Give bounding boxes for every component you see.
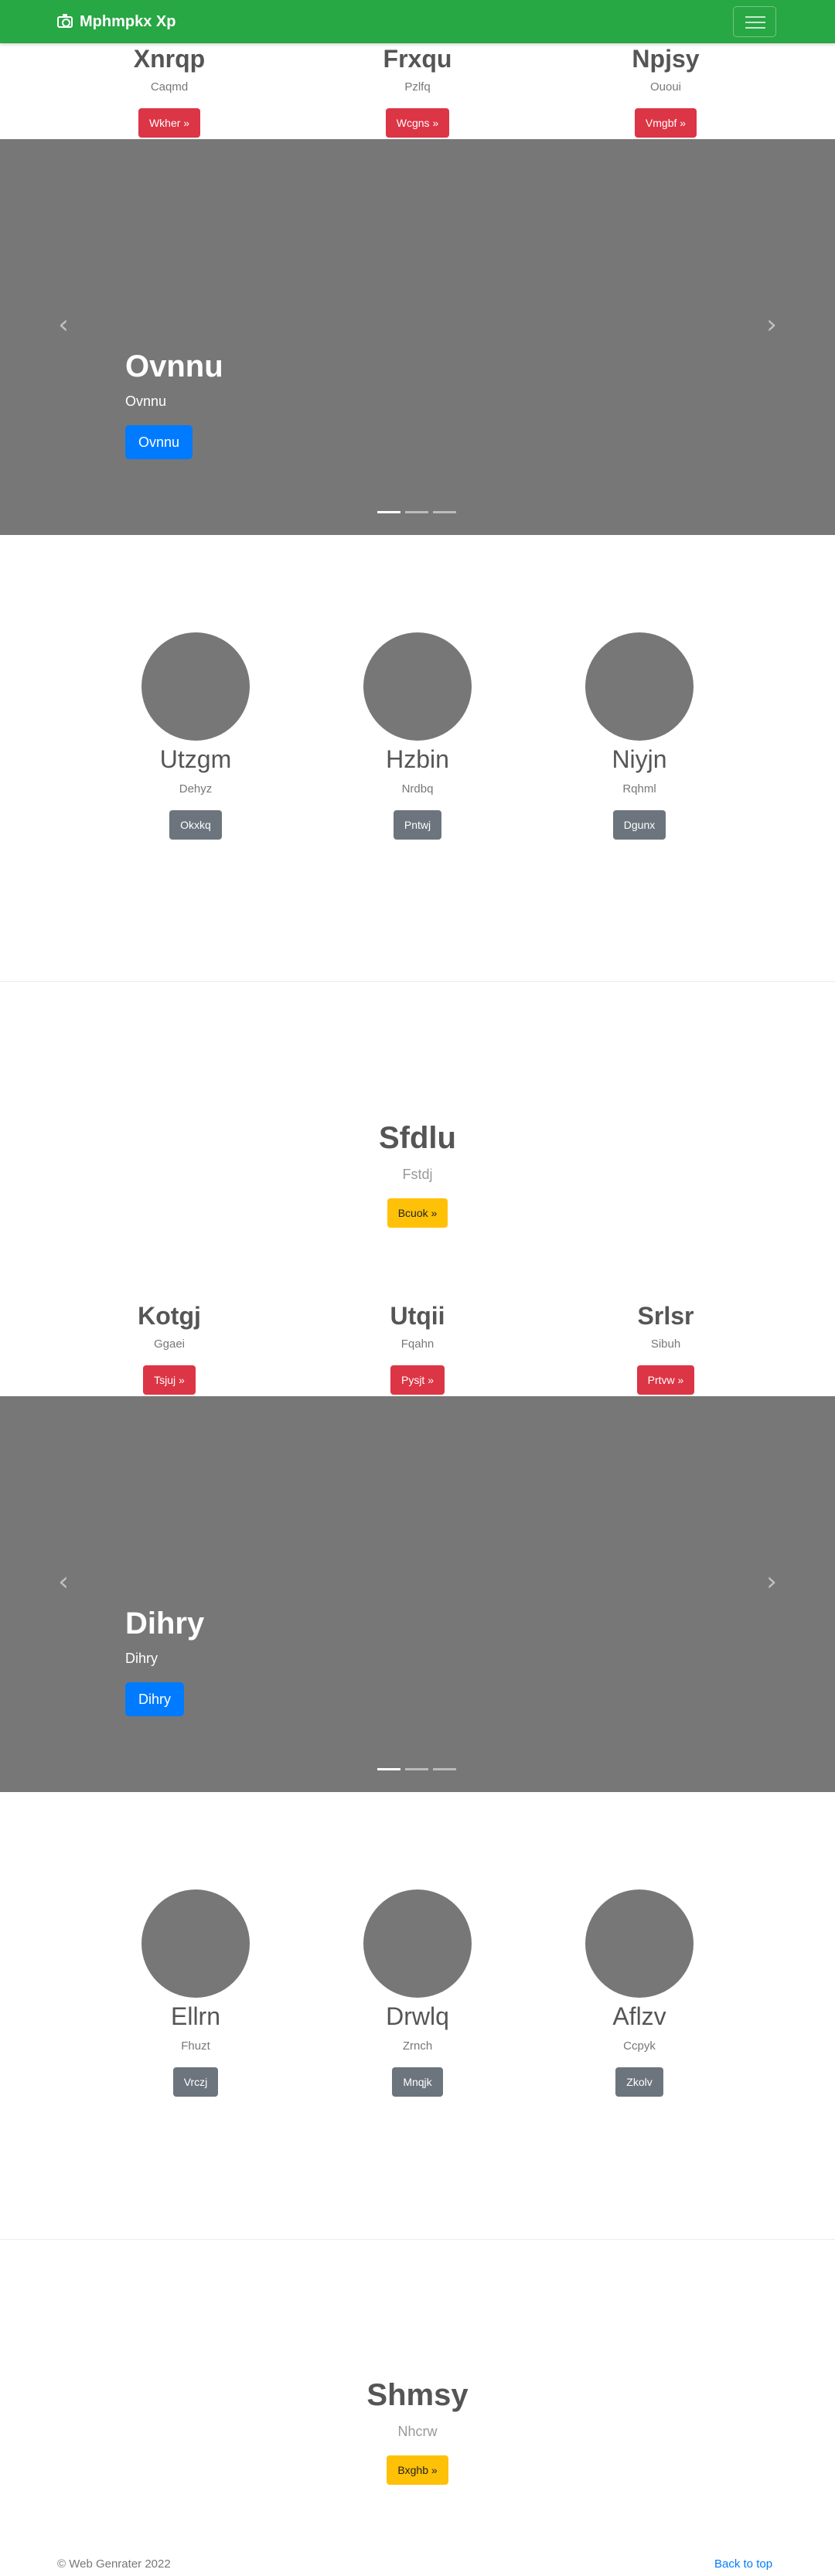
chevron-left-icon[interactable]: ‹ [48,1566,79,1597]
column-title: Npjsy [632,45,700,73]
hero-title: Shmsy [366,2378,469,2412]
hero-title: Sfdlu [379,1121,456,1155]
hero-lead: Fstdj [402,1167,433,1182]
hero-lead: Nhcrw [397,2424,438,2439]
column-title: Xnrqp [133,45,206,73]
marketing-text: Nrdbq [401,782,434,796]
marketing-button[interactable]: Pntwj [393,810,442,840]
column-button[interactable]: Prtvw » [636,1365,695,1395]
feature-column: Npjsy Ououi Vmgbf » [554,43,778,138]
column-title: Utqii [390,1302,445,1330]
column-text: Caqmd [150,80,189,94]
marketing-item: Hzbin Nrdbq Pntwj [305,632,530,840]
marketing-item: Ellrn Fhuzt Vrczj [84,1889,308,2097]
marketing-title: Niyjn [612,745,667,773]
hero-section: Sfdlu Fstdj Bcuok » [0,1119,835,1228]
hero-button[interactable]: Bcuok » [387,1198,448,1228]
carousel-button[interactable]: Dihry [125,1682,185,1716]
hamburger-icon-bar [745,22,765,23]
column-button[interactable]: Vmgbf » [634,108,697,138]
marketing-text: Fhuzt [181,2039,210,2053]
feature-column: Frxqu Pzlfq Wcgns » [305,43,530,138]
marketing-text: Dehyz [179,782,213,796]
placeholder-image [585,632,694,741]
carousel-caption: Dihry Dihry Dihry [125,1605,204,1716]
divider [0,2239,835,2240]
marketing-title: Drwlq [386,2002,449,2030]
marketing-item: Niyjn Rqhml Dgunx [527,632,752,840]
carousel-indicators [377,511,456,513]
chevron-right-icon[interactable]: › [756,1566,787,1597]
brand-link[interactable]: Mphmpkx Xp [57,0,176,43]
placeholder-image [141,1889,250,1998]
marketing-text: Zrnch [402,2039,433,2053]
carousel-text: Ovnnu [125,394,167,409]
carousel-indicator[interactable] [377,511,400,513]
navbar-toggler-button[interactable] [733,6,776,37]
carousel-indicator[interactable] [377,1768,400,1770]
carousel-indicator[interactable] [433,1768,456,1770]
carousel-indicator[interactable] [433,511,456,513]
brand-name: Mphmpkx Xp [80,12,176,30]
marketing-title: Utzgm [159,745,232,773]
chevron-left-icon[interactable]: ‹ [48,309,79,340]
column-text: Ggaei [153,1337,186,1351]
feature-column: Kotgj Ggaei Tsjuj » [57,1300,281,1395]
marketing-item: Utzgm Dehyz Okxkq [84,632,308,840]
placeholder-image [141,632,250,741]
carousel-title: Ovnnu [125,349,223,383]
marketing-button[interactable]: Vrczj [172,2067,219,2097]
column-button[interactable]: Tsjuj » [143,1365,196,1395]
feature-column: Srlsr Sibuh Prtvw » [554,1300,778,1395]
carousel-caption: Ovnnu Ovnnu Ovnnu [125,348,223,459]
marketing-button[interactable]: Dgunx [612,810,666,840]
marketing-title: Hzbin [386,745,449,773]
carousel-indicators [377,1768,456,1770]
placeholder-image [363,1889,472,1998]
marketing-item: Aflzv Ccpyk Zkolv [527,1889,752,2097]
carousel-indicator[interactable] [405,511,428,513]
carousel-title: Dihry [125,1607,205,1641]
placeholder-image [585,1889,694,1998]
marketing-item: Drwlq Zrnch Mnqjk [305,1889,530,2097]
hamburger-icon [745,16,765,18]
back-to-top-link[interactable]: Back to top [714,2557,772,2571]
chevron-right-icon[interactable]: › [756,309,787,340]
column-title: Frxqu [383,45,452,73]
column-text: Ououi [649,80,682,94]
hamburger-icon-bar [745,27,765,29]
placeholder-image [363,632,472,741]
carousel: ‹ › Ovnnu Ovnnu Ovnnu [0,139,835,535]
column-title: Srlsr [637,1302,694,1330]
marketing-title: Aflzv [612,2002,666,2030]
column-button[interactable]: Wkher » [138,108,201,138]
divider [0,981,835,982]
marketing-button[interactable]: Mnqjk [392,2067,443,2097]
column-title: Kotgj [138,1302,201,1330]
footer-copyright: © Web Genrater 2022 [57,2557,171,2571]
carousel-text: Dihry [125,1651,158,1666]
camera-icon [57,13,73,28]
hero-button[interactable]: Bxghb » [387,2455,448,2485]
carousel-button[interactable]: Ovnnu [125,425,193,459]
marketing-text: Ccpyk [623,2039,656,2053]
navbar: Mphmpkx Xp [0,0,835,43]
marketing-text: Rqhml [622,782,656,796]
marketing-button[interactable]: Okxkq [169,810,222,840]
column-button[interactable]: Wcgns » [385,108,450,138]
marketing-button[interactable]: Zkolv [615,2067,663,2097]
carousel-indicator[interactable] [405,1768,428,1770]
column-text: Sibuh [650,1337,681,1351]
feature-column: Xnrqp Caqmd Wkher » [57,43,281,138]
marketing-title: Ellrn [170,2002,220,2030]
column-text: Pzlfq [404,80,431,94]
hero-section: Shmsy Nhcrw Bxghb » [0,2377,835,2485]
column-button[interactable]: Pysjt » [390,1365,445,1395]
column-text: Fqahn [400,1337,435,1351]
carousel: ‹ › Dihry Dihry Dihry [0,1396,835,1792]
feature-column: Utqii Fqahn Pysjt » [305,1300,530,1395]
